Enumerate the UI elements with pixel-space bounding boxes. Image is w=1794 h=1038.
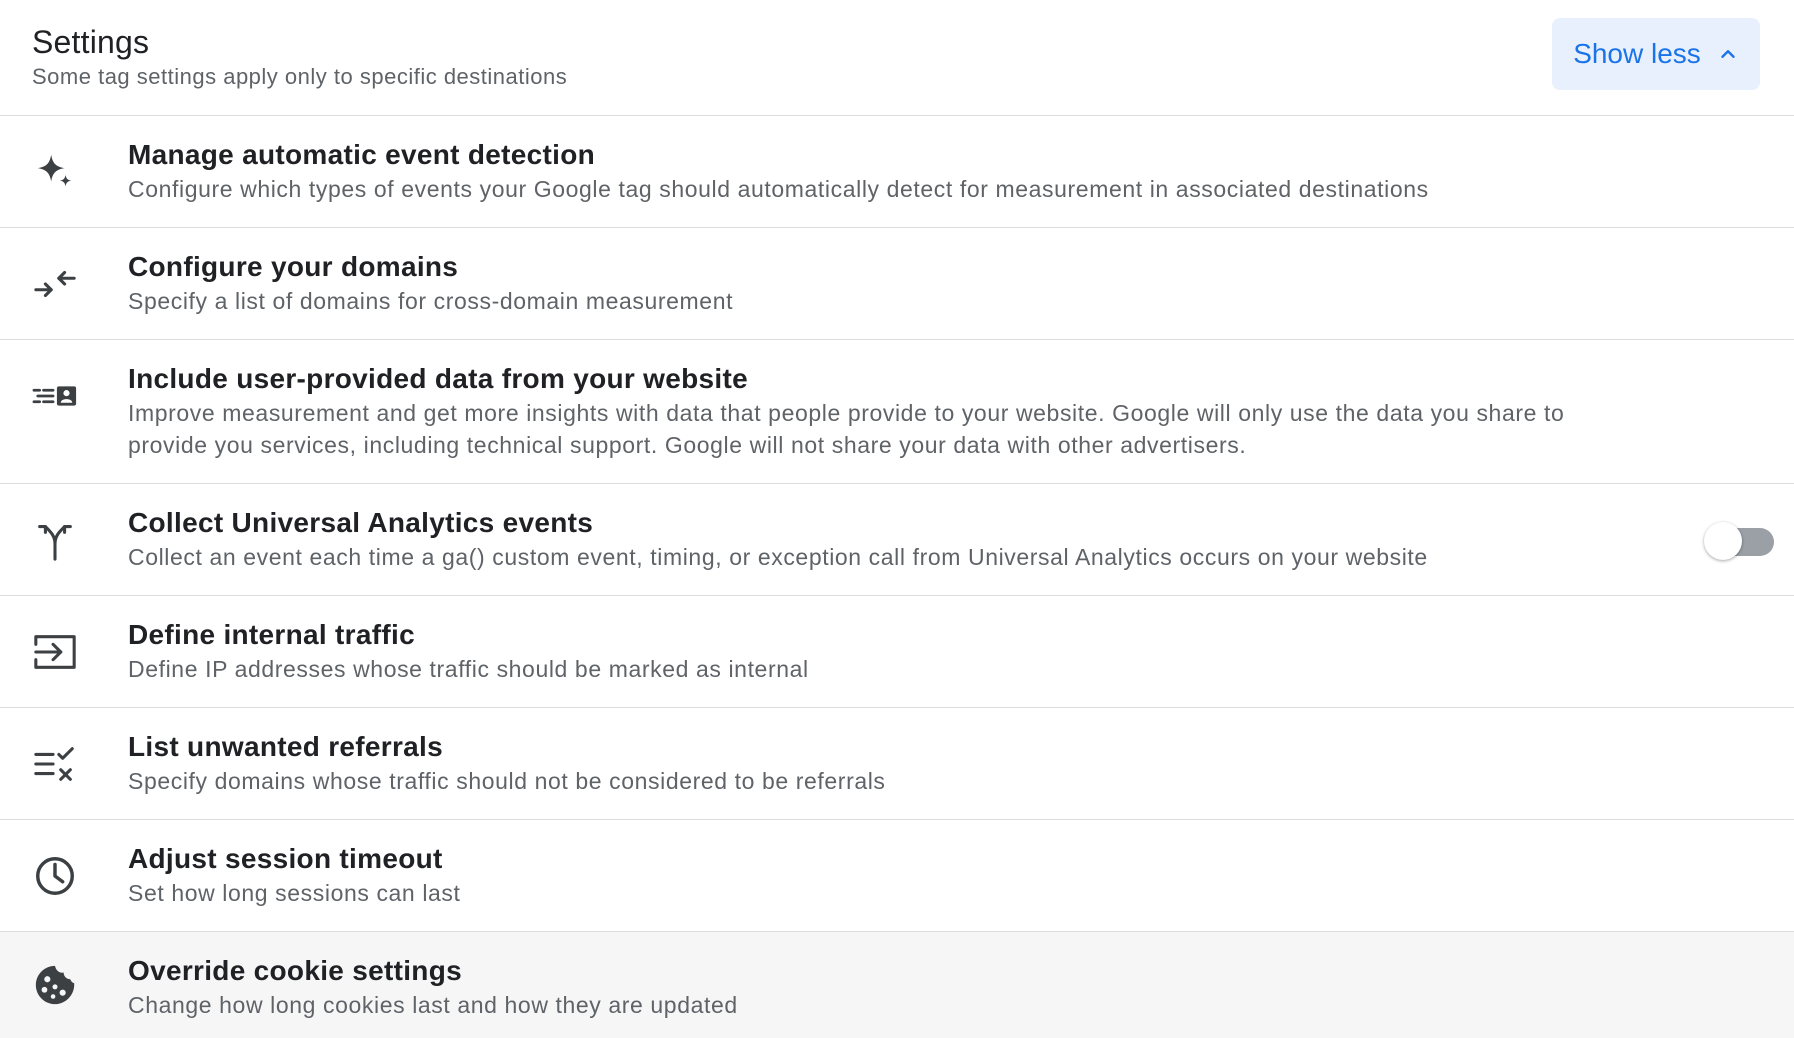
sparkle-icon xyxy=(32,149,78,195)
setting-internal-traffic[interactable]: Define internal traffic Define IP addres… xyxy=(0,596,1794,708)
setting-description: Change how long cookies last and how the… xyxy=(128,992,738,1018)
setting-universal-analytics-events[interactable]: Collect Universal Analytics events Colle… xyxy=(0,484,1794,596)
settings-list: Manage automatic event detection Configu… xyxy=(0,116,1794,1038)
fork-arrows-icon xyxy=(32,517,78,563)
setting-title: Adjust session timeout xyxy=(128,843,443,874)
setting-title: Configure your domains xyxy=(128,251,459,282)
setting-description: Configure which types of events your Goo… xyxy=(128,176,1429,202)
setting-description: Specify domains whose traffic should not… xyxy=(128,768,886,794)
setting-automatic-event-detection[interactable]: Manage automatic event detection Configu… xyxy=(0,116,1794,228)
arrows-inward-icon xyxy=(32,261,78,307)
setting-title: List unwanted referrals xyxy=(128,731,443,762)
clock-icon xyxy=(32,853,78,899)
list-check-x-icon xyxy=(32,741,78,787)
show-less-button[interactable]: Show less xyxy=(1552,18,1760,90)
settings-header: Settings Some tag settings apply only to… xyxy=(0,0,1794,116)
setting-title: Manage automatic event detection xyxy=(128,139,596,170)
show-less-label: Show less xyxy=(1573,38,1701,69)
chevron-up-icon xyxy=(1721,50,1735,58)
cookie-icon xyxy=(32,962,78,1008)
setting-unwanted-referrals[interactable]: List unwanted referrals Specify domains … xyxy=(0,708,1794,820)
setting-cookie-settings[interactable]: Override cookie settings Change how long… xyxy=(0,932,1794,1038)
setting-description: Improve measurement and get more insight… xyxy=(128,400,1565,458)
setting-title: Override cookie settings xyxy=(128,955,462,986)
setting-description: Define IP addresses whose traffic should… xyxy=(128,656,809,682)
setting-session-timeout[interactable]: Adjust session timeout Set how long sess… xyxy=(0,820,1794,932)
setting-description: Specify a list of domains for cross-doma… xyxy=(128,288,734,314)
input-arrow-icon xyxy=(32,629,78,675)
setting-description: Set how long sessions can last xyxy=(128,880,461,906)
user-data-icon xyxy=(32,373,78,419)
setting-title: Collect Universal Analytics events xyxy=(128,507,594,538)
setting-description: Collect an event each time a ga() custom… xyxy=(128,544,1428,570)
universal-analytics-toggle[interactable] xyxy=(1704,520,1774,560)
page-subtitle: Some tag settings apply only to specific… xyxy=(32,64,568,89)
page-title: Settings xyxy=(32,24,150,60)
toggle-thumb xyxy=(1704,521,1742,560)
setting-configure-domains[interactable]: Configure your domains Specify a list of… xyxy=(0,228,1794,340)
setting-title: Define internal traffic xyxy=(128,619,415,650)
setting-user-provided-data[interactable]: Include user-provided data from your web… xyxy=(0,340,1794,484)
setting-title: Include user-provided data from your web… xyxy=(128,363,748,394)
settings-page: Settings Some tag settings apply only to… xyxy=(0,0,1794,1038)
